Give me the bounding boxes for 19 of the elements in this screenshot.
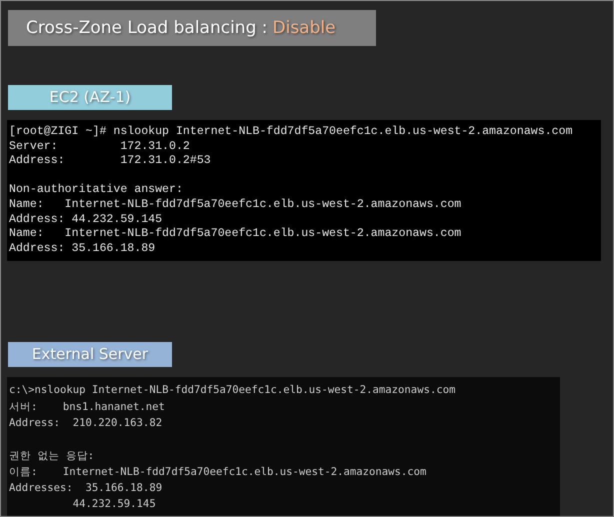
section-label: EC2 (AZ-1) xyxy=(8,85,172,110)
terminal-line: 권한 없는 응답: xyxy=(9,448,94,464)
terminal-line: Name: Internet-NLB-fdd7df5a70eefc1c.elb.us-west-2.amazonaws.com xyxy=(9,198,462,213)
terminal-line: Address: 172.31.0.2#53 xyxy=(9,154,211,169)
terminal-line: 서버: bns1.hananet.net xyxy=(9,400,165,415)
terminal-line: Server: 172.31.0.2 xyxy=(9,140,190,154)
terminal-line: Address: 35.166.18.89 xyxy=(9,242,156,256)
title-label: Cross-Zone Load balancing : xyxy=(26,17,268,39)
terminal-line: [root@ZIGI ~]# nslookup Internet-NLB-fdd7df5a70eefc1c.elb.us-west-2.amazonaws.com xyxy=(9,125,573,140)
terminal-line: Address: 44.232.59.145 xyxy=(9,212,162,228)
terminal-line: Name: Internet-NLB-fdd7df5a70eefc1c.elb.us-west-2.amazonaws.com xyxy=(9,227,462,242)
terminal-line: Address: 210.220.163.82 xyxy=(9,416,162,431)
title-value: Disable xyxy=(272,17,336,39)
terminal-line: Non-authoritative answer: xyxy=(9,183,183,198)
terminal-line: Addresses: 35.166.18.89 xyxy=(9,481,162,496)
terminal-line: c:\>nslookup Internet-NLB-fdd7df5a70eefc1c.elb.us-west-2.amazonaws.com xyxy=(9,383,456,398)
terminal-line: 이름: Internet-NLB-fdd7df5a70eefc1c.elb.us-west-2.amazonaws.com xyxy=(9,464,426,480)
terminal-line: 44.232.59.145 xyxy=(72,497,156,512)
section-label: External Server xyxy=(8,342,172,368)
